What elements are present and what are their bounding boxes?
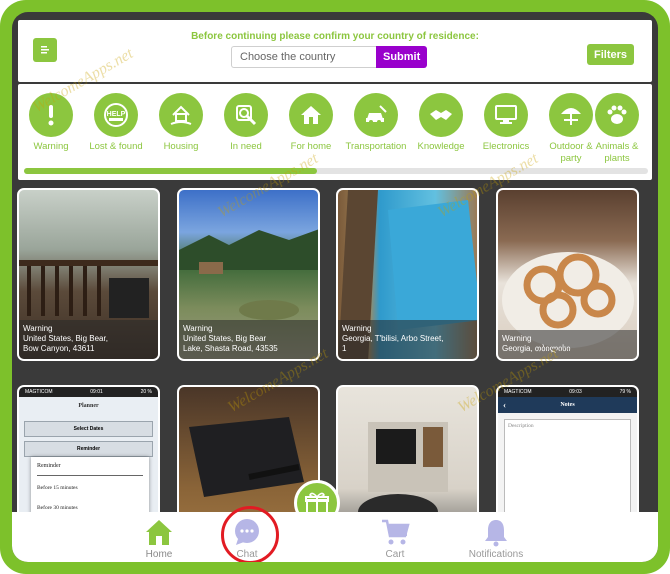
category-label: Knowledge [417, 141, 465, 152]
car-wrench-icon [354, 93, 398, 137]
bell-icon [485, 520, 507, 547]
back-arrow-icon[interactable]: ‹ [503, 397, 506, 413]
category-knowledge[interactable]: Knowledge [408, 93, 474, 153]
nav-label: Home [145, 549, 173, 560]
category-housing[interactable]: Housing [148, 93, 214, 153]
submit-button[interactable]: Submit [376, 46, 428, 68]
paw-icon [595, 93, 639, 137]
status-battery: 79 % [619, 389, 631, 395]
house-hand-icon [159, 93, 203, 137]
listing-info: Warning United States, Big Bear, Bow Can… [19, 320, 158, 359]
country-input[interactable] [231, 46, 376, 68]
category-warning[interactable]: Warning [18, 93, 84, 153]
listing-location: Georgia, თბილისი [502, 344, 571, 353]
phone-status-bar: MAGTICOM 09:03 79 % [498, 387, 637, 397]
notes-title: Notes [560, 402, 575, 408]
bottom-navigation: Home Chat Cart Notifications [12, 512, 658, 562]
listing-card[interactable]: Warning Georgia, თბილისი [496, 188, 639, 361]
category-label: Electronics [482, 141, 530, 152]
nav-label: Cart [385, 549, 405, 560]
category-label: Transportation [345, 141, 407, 152]
listing-category: Warning [183, 324, 213, 333]
chat-highlight-circle [221, 506, 279, 562]
planner-title: Planner [78, 403, 99, 409]
search-person-icon [224, 93, 268, 137]
category-label: In need [230, 141, 262, 152]
listing-info: Warning United States, Big Bear Lake, Sh… [179, 320, 318, 359]
category-label: Lost & found [89, 141, 143, 152]
notes-header: ‹ Notes [498, 397, 637, 413]
status-time: 09:01 [90, 389, 103, 395]
category-transportation[interactable]: Transportation [343, 93, 409, 153]
listing-category: Warning [342, 324, 372, 333]
menu-icon [41, 46, 49, 54]
status-carrier: MAGTICOM [504, 389, 532, 395]
listing-location: Lake, Shasta Road, 43535 [183, 344, 278, 353]
category-lost-found[interactable]: HELP Lost & found [83, 93, 149, 153]
category-bar: Warning HELP Lost & found Housing In nee… [18, 84, 652, 180]
listing-category: Warning [23, 324, 53, 333]
phone-status-bar: MAGTICOM 09:01 20 % [19, 387, 158, 397]
nav-cart[interactable]: Cart [355, 517, 435, 560]
listing-location: Bow Canyon, 43611 [23, 344, 95, 353]
popup-title: Reminder [37, 463, 143, 476]
category-electronics[interactable]: Electronics [473, 93, 539, 153]
device-frame: Before continuing please confirm your co… [0, 0, 670, 574]
status-carrier: MAGTICOM [25, 389, 53, 395]
listing-card[interactable]: Warning United States, Big Bear, Bow Can… [17, 188, 160, 361]
listing-location: United States, Big Bear [183, 334, 267, 343]
country-form: Submit [231, 46, 428, 68]
home-icon [146, 520, 172, 545]
nav-notifications[interactable]: Notifications [456, 517, 536, 560]
listing-card[interactable]: Warning United States, Big Bear Lake, Sh… [177, 188, 320, 361]
category-scrollbar[interactable] [24, 168, 648, 174]
category-label: Animals & plants [595, 141, 639, 164]
nav-label: Notifications [468, 549, 524, 560]
planner-row: Select Dates [24, 421, 153, 437]
filters-button[interactable]: Filters [586, 44, 634, 65]
popup-option[interactable]: Before 15 minutes [37, 485, 143, 491]
category-label: Housing [163, 141, 199, 152]
listing-info: Warning Georgia, თბილისი [498, 330, 637, 359]
nav-home[interactable]: Home [119, 517, 199, 560]
monitor-icon [484, 93, 528, 137]
status-time: 09:03 [569, 389, 582, 395]
listing-card[interactable]: Warning Georgia, T'bilisi, Arbo Street, … [336, 188, 479, 361]
exclamation-icon [29, 93, 73, 137]
country-confirm-text: Before continuing please confirm your co… [191, 31, 479, 42]
top-header: Before continuing please confirm your co… [18, 20, 652, 82]
listing-info: Warning Georgia, T'bilisi, Arbo Street, … [338, 320, 477, 359]
category-label: For home [290, 141, 332, 152]
listing-location: 1 [342, 344, 347, 353]
planner-row: Reminder [24, 441, 153, 457]
listing-category: Warning [502, 334, 532, 343]
svg-text:HELP: HELP [107, 111, 126, 118]
listing-location: Georgia, T'bilisi, Arbo Street, [342, 334, 444, 343]
status-battery: 20 % [140, 389, 152, 395]
listing-location: United States, Big Bear, [23, 334, 108, 343]
cart-icon [382, 519, 410, 545]
home-icon [289, 93, 333, 137]
category-label: Warning [33, 141, 69, 152]
popup-option[interactable]: Before 30 minutes [37, 505, 143, 511]
help-icon: HELP [94, 93, 138, 137]
category-animals-plants[interactable]: Animals & plants [584, 93, 650, 165]
handshake-icon [419, 93, 463, 137]
category-for-home[interactable]: For home [278, 93, 344, 153]
category-scrollbar-thumb[interactable] [24, 168, 318, 174]
app-screen: Before continuing please confirm your co… [12, 12, 658, 562]
category-in-need[interactable]: In need [213, 93, 279, 153]
